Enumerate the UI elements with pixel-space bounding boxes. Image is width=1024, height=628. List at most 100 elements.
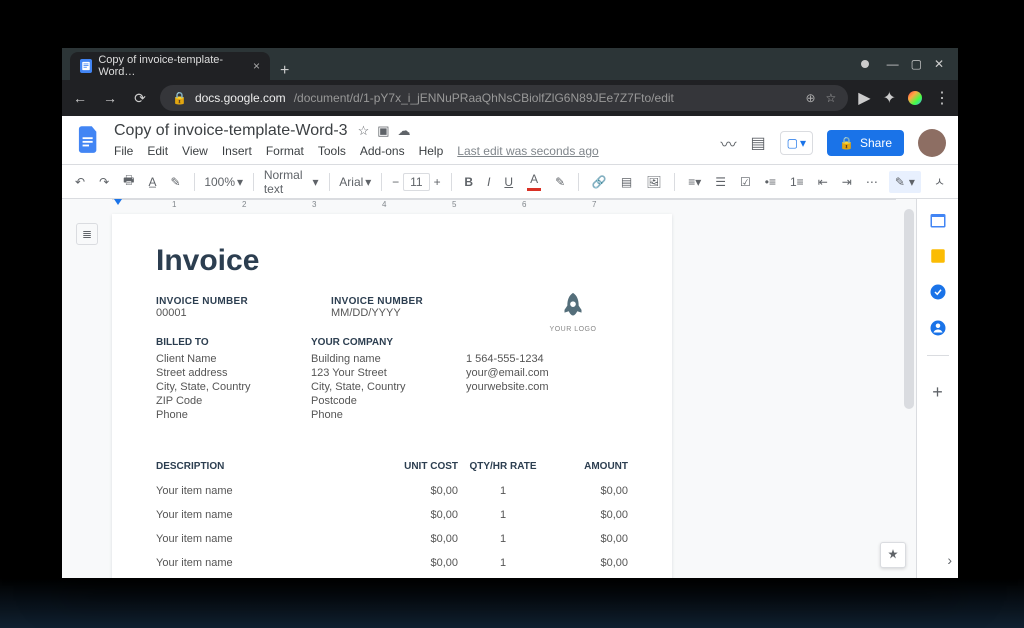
bold-button[interactable]: B	[461, 175, 476, 189]
logo-placeholder[interactable]: YOUR LOGO	[544, 290, 602, 333]
maximize-button[interactable]: ▢	[911, 57, 922, 71]
new-tab-button[interactable]: +	[270, 62, 299, 80]
browser-tab[interactable]: Copy of invoice-template-Word… ×	[70, 52, 270, 80]
calendar-app-icon[interactable]	[929, 211, 947, 229]
print-button[interactable]: 🖶	[120, 171, 137, 192]
extensions-puzzle-icon[interactable]: ✦	[883, 88, 896, 108]
numbered-list-button[interactable]: 1≡	[787, 175, 807, 189]
paint-format-button[interactable]: ✎	[167, 175, 183, 189]
line-spacing-button[interactable]: ☰	[712, 175, 729, 189]
company-line: City, State, Country	[311, 381, 426, 393]
menu-view[interactable]: View	[182, 144, 208, 158]
invoice-number-value: 00001	[156, 307, 271, 319]
horizontal-ruler[interactable]: 1 2 3 4 5 6 7	[112, 199, 896, 200]
more-toolbar-button[interactable]: ⋯	[863, 175, 881, 189]
menu-tools[interactable]: Tools	[318, 144, 346, 158]
menu-file[interactable]: File	[114, 144, 133, 158]
chevron-down-icon: ▾	[365, 175, 371, 189]
vertical-scrollbar[interactable]	[902, 199, 914, 578]
checklist-button[interactable]: ☑	[737, 175, 754, 189]
table-row: Your item name $0,00 1 $0,00	[156, 551, 628, 575]
present-icon: ▢	[787, 136, 798, 150]
font-size-value[interactable]: 11	[403, 173, 429, 191]
company-line: Phone	[311, 409, 426, 421]
insert-link-button[interactable]: 🔗	[589, 175, 610, 189]
menu-format[interactable]: Format	[266, 144, 304, 158]
contact-line: 1 564-555-1234	[466, 353, 549, 365]
align-button[interactable]: ≡▾	[685, 175, 704, 189]
present-button[interactable]: ▢▾	[780, 131, 813, 155]
extension-colored-icon[interactable]	[908, 91, 922, 105]
cloud-status-icon[interactable]: ☁	[398, 123, 411, 139]
contacts-app-icon[interactable]	[929, 319, 947, 337]
tasks-app-icon[interactable]	[929, 283, 947, 301]
browser-titlebar: Copy of invoice-template-Word… × + — ▢ ✕	[62, 48, 958, 80]
keep-app-icon[interactable]	[929, 247, 947, 265]
menu-insert[interactable]: Insert	[222, 144, 252, 158]
lock-icon: 🔒	[172, 91, 187, 105]
tab-close-icon[interactable]: ×	[253, 59, 260, 73]
document-page[interactable]: YOUR LOGO Invoice INVOICE NUMBER 00001 I…	[112, 214, 672, 578]
billed-to-line: ZIP Code	[156, 395, 271, 407]
browser-menu-icon[interactable]: ⋮	[934, 88, 950, 108]
menu-edit[interactable]: Edit	[147, 144, 168, 158]
url-field[interactable]: 🔒 docs.google.com/document/d/1-pY7x_i_jE…	[160, 85, 848, 111]
col-amount: AMOUNT	[548, 461, 628, 472]
side-panel: +	[916, 199, 958, 578]
underline-button[interactable]: U	[501, 175, 516, 189]
increase-font-button[interactable]: +	[434, 175, 441, 189]
minimize-button[interactable]: —	[887, 57, 899, 71]
last-edit-status[interactable]: Last edit was seconds ago	[457, 144, 598, 158]
style-select[interactable]: Normal text ▾	[264, 168, 319, 196]
increase-indent-button[interactable]: ⇥	[839, 175, 855, 189]
highlight-button[interactable]: ✎	[552, 175, 568, 189]
account-avatar[interactable]	[918, 129, 946, 157]
star-document-icon[interactable]: ☆	[358, 123, 370, 139]
bookmark-star-icon[interactable]: ☆	[826, 91, 837, 105]
insert-image-button[interactable]: 🖼	[643, 175, 664, 189]
lock-share-icon: 🔒	[839, 136, 854, 150]
billed-to-line: Street address	[156, 367, 271, 379]
zoom-select[interactable]: 100% ▾	[204, 175, 243, 189]
share-button[interactable]: 🔒 Share	[827, 130, 904, 156]
docs-logo-icon[interactable]	[74, 122, 104, 158]
decrease-indent-button[interactable]: ⇤	[815, 175, 831, 189]
nav-back-button[interactable]: ←	[70, 90, 90, 106]
close-window-button[interactable]: ✕	[934, 57, 944, 71]
redo-button[interactable]: ↷	[96, 175, 112, 189]
insert-comment-button[interactable]: ▤	[618, 175, 635, 189]
document-title[interactable]: Copy of invoice-template-Word-3	[114, 122, 348, 140]
logo-text: YOUR LOGO	[550, 326, 597, 333]
company-line: 123 Your Street	[311, 367, 426, 379]
comments-icon[interactable]: ▤	[751, 133, 766, 153]
font-select[interactable]: Arial ▾	[339, 175, 371, 189]
bulleted-list-button[interactable]: •≡	[762, 175, 779, 189]
font-size-control[interactable]: − 11 +	[392, 173, 441, 191]
explore-button[interactable]	[880, 542, 906, 568]
nav-reload-button[interactable]: ⟳	[130, 90, 150, 107]
decrease-font-button[interactable]: −	[392, 175, 399, 189]
rocket-icon	[556, 290, 590, 324]
add-addon-button[interactable]: +	[932, 382, 943, 403]
install-app-icon[interactable]: ⊕	[805, 91, 815, 105]
hide-sidepanel-button[interactable]: ›	[947, 552, 952, 568]
collapse-toolbar-button[interactable]: ㅅ	[931, 173, 948, 190]
indent-marker-icon[interactable]	[114, 199, 122, 205]
spellcheck-button[interactable]: A̲	[145, 175, 159, 189]
table-row: Your item name $0,00 1 $0,00	[156, 503, 628, 527]
nav-forward-button[interactable]: →	[100, 90, 120, 106]
col-description: DESCRIPTION	[156, 461, 378, 472]
menu-addons[interactable]: Add-ons	[360, 144, 405, 158]
text-color-button[interactable]: A	[524, 172, 544, 191]
activity-icon[interactable]: 〰	[721, 131, 737, 155]
docs-menubar: File Edit View Insert Format Tools Add-o…	[114, 140, 711, 164]
invoice-table: DESCRIPTION UNIT COST QTY/HR RATE AMOUNT…	[156, 461, 628, 575]
outline-toggle-button[interactable]: ≣	[76, 223, 98, 245]
editing-mode-button[interactable]: ✎▾	[889, 171, 921, 193]
undo-button[interactable]: ↶	[72, 175, 88, 189]
move-document-icon[interactable]: ▣	[377, 123, 389, 139]
italic-button[interactable]: I	[484, 175, 493, 189]
scrollbar-thumb[interactable]	[904, 209, 914, 409]
extension-icon[interactable]: ▶	[858, 88, 870, 108]
menu-help[interactable]: Help	[419, 144, 444, 158]
